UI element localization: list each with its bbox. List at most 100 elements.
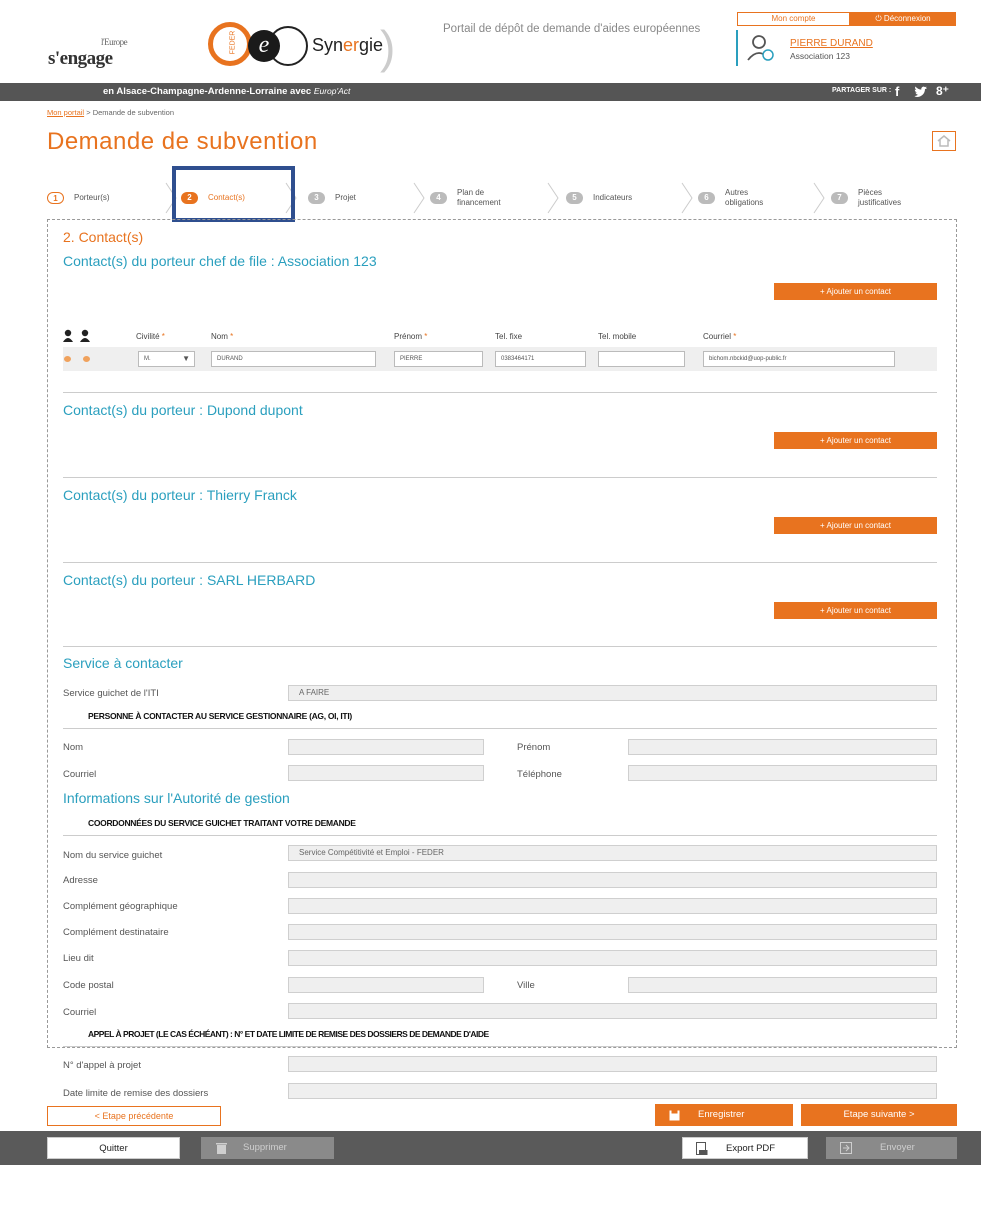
- prenom-input[interactable]: PIERRE: [394, 351, 483, 367]
- comp-geo-label: Complément géographique: [63, 901, 178, 912]
- share-label: PARTAGER SUR :: [832, 87, 892, 94]
- step-projet[interactable]: 3 Projet: [308, 180, 356, 216]
- step-number: 1: [47, 192, 64, 204]
- export-pdf-button[interactable]: Export PDF: [682, 1137, 808, 1159]
- lieu-dit-label: Lieu dit: [63, 953, 94, 964]
- courriel-label: Courriel: [63, 769, 97, 780]
- autorite-title: Informations sur l'Autorité de gestion: [63, 790, 290, 806]
- tel-mobile-input[interactable]: [598, 351, 685, 367]
- radio-principal[interactable]: [64, 356, 71, 362]
- my-account-button[interactable]: Mon compte: [737, 12, 850, 26]
- service-title: Service à contacter: [63, 655, 183, 671]
- step-porteurs[interactable]: 1 Porteur(s): [47, 180, 110, 216]
- comp-geo-field: [288, 898, 937, 914]
- users-icon: [63, 329, 90, 342]
- send-button[interactable]: Envoyer: [826, 1137, 957, 1159]
- nom-service-field: Service Compétitivité et Emploi - FEDER: [288, 845, 937, 861]
- porteur-title: Contact(s) du porteur : SARL HERBARD: [63, 572, 316, 588]
- comp-dest-label: Complément destinataire: [63, 927, 169, 938]
- courriel-input[interactable]: bichom.nbckid@uop-public.fr: [703, 351, 895, 367]
- add-contact-button[interactable]: + Ajouter un contact: [774, 602, 937, 619]
- step-label: Projet: [335, 193, 356, 202]
- step-label: Plan de financement: [457, 188, 501, 207]
- nom-label: Nom: [63, 742, 84, 753]
- synergie-logo: FEDER e Synergie ): [208, 21, 434, 73]
- appel-projet-title: APPEL À PROJET (LE CAS ÉCHÉANT) : N° ET …: [88, 1029, 489, 1039]
- step-number: 4: [430, 192, 447, 204]
- col-tel-fixe: Tel. fixe: [495, 332, 523, 341]
- synergie-wordmark: Synergie: [312, 35, 384, 55]
- step-label: Indicateurs: [593, 193, 633, 202]
- quit-button[interactable]: Quitter: [47, 1137, 180, 1159]
- top-bar: en Alsace-Champagne-Ardenne-Lorraine ave…: [0, 83, 981, 101]
- nom-input[interactable]: DURAND: [211, 351, 376, 367]
- add-contact-button[interactable]: + Ajouter un contact: [774, 517, 937, 534]
- trash-icon: [216, 1143, 227, 1154]
- radio-secondary[interactable]: [83, 356, 90, 362]
- previous-step-button[interactable]: < Etape précédente: [47, 1106, 221, 1126]
- civilite-select[interactable]: M. ▼: [138, 351, 195, 367]
- code-postal-field: [288, 977, 484, 993]
- europe-logo-small: l'Europe: [101, 37, 128, 47]
- nom-service-label: Nom du service guichet: [63, 850, 163, 861]
- telephone-label: Téléphone: [517, 769, 562, 780]
- contacts-table: Civilité * Nom * Prénom * Tel. fixe Tel.…: [63, 329, 937, 371]
- courriel-ag-label: Courriel: [63, 1007, 97, 1018]
- porteur-title: Contact(s) du porteur : Dupond dupont: [63, 402, 303, 418]
- facebook-icon[interactable]: f: [895, 84, 899, 99]
- page-title: Demande de subvention: [47, 128, 318, 155]
- chevron-right-icon: [681, 182, 693, 214]
- section-title: 2. Contact(s): [63, 229, 144, 245]
- highlight-box: [172, 166, 295, 222]
- divider: [63, 728, 937, 729]
- divider: [63, 562, 937, 563]
- courriel-ag-field: [288, 1003, 937, 1019]
- step-pieces-justificatives[interactable]: 7 Pièces justificatives: [831, 180, 916, 216]
- col-courriel: Courriel *: [703, 332, 737, 341]
- porteur-title: Contact(s) du porteur : Thierry Franck: [63, 487, 297, 503]
- gest-prenom-field: [628, 739, 937, 755]
- google-plus-icon[interactable]: 8⁺: [936, 84, 949, 98]
- chef-de-file-title: Contact(s) du porteur chef de file : Ass…: [63, 253, 377, 269]
- next-step-button[interactable]: Etape suivante >: [801, 1104, 957, 1126]
- save-icon: [669, 1110, 680, 1121]
- step-label: Autres obligations: [725, 188, 764, 207]
- adresse-field: [288, 872, 937, 888]
- export-pdf-label: Export PDF: [726, 1143, 776, 1154]
- breadcrumb-current: Demande de subvention: [92, 108, 174, 117]
- gest-courriel-field: [288, 765, 484, 781]
- gestionnaire-title: PERSONNE À CONTACTER AU SERVICE GESTIONN…: [88, 711, 352, 721]
- code-postal-label: Code postal: [63, 980, 114, 991]
- add-contact-button[interactable]: + Ajouter un contact: [774, 283, 937, 300]
- delete-button[interactable]: Supprimer: [201, 1137, 334, 1159]
- adresse-label: Adresse: [63, 875, 98, 886]
- save-button[interactable]: Enregistrer: [655, 1104, 793, 1126]
- breadcrumb-home-link[interactable]: Mon portail: [47, 108, 84, 117]
- guichet-label: Service guichet de l'ITI: [63, 688, 159, 699]
- breadcrumb-separator: >: [86, 108, 91, 117]
- tel-fixe-input[interactable]: 0383464171: [495, 351, 586, 367]
- divider: [63, 1046, 937, 1047]
- table-row: M. ▼ DURAND PIERRE 0383464171 bichom.nbck…: [63, 347, 937, 371]
- chevron-right-icon: [547, 182, 559, 214]
- twitter-icon[interactable]: [914, 86, 928, 101]
- step-plan-financement[interactable]: 4 Plan de financement: [430, 180, 517, 216]
- user-icon: [747, 35, 774, 61]
- home-button[interactable]: [932, 131, 956, 151]
- europe-logo-text: s'engage: [48, 48, 113, 69]
- feder-ring-icon: FEDER: [208, 22, 252, 66]
- home-icon: [937, 135, 951, 147]
- divider: [63, 835, 937, 836]
- table-header: Civilité * Nom * Prénom * Tel. fixe Tel.…: [63, 329, 937, 345]
- lieu-dit-field: [288, 950, 937, 966]
- step-indicateurs[interactable]: 5 Indicateurs: [566, 180, 632, 216]
- step-number: 3: [308, 192, 325, 204]
- date-limite-field: [288, 1083, 937, 1099]
- step-autres-obligations[interactable]: 6 Autres obligations: [698, 180, 777, 216]
- add-contact-button[interactable]: + Ajouter un contact: [774, 432, 937, 449]
- logout-button[interactable]: ⏻ Déconnexion: [850, 12, 956, 26]
- user-name-link[interactable]: PIERRE DURAND: [790, 38, 873, 49]
- tagline: en Alsace-Champagne-Ardenne-Lorraine ave…: [103, 86, 351, 97]
- col-nom: Nom *: [211, 332, 234, 341]
- step-label: Pièces justificatives: [858, 188, 902, 207]
